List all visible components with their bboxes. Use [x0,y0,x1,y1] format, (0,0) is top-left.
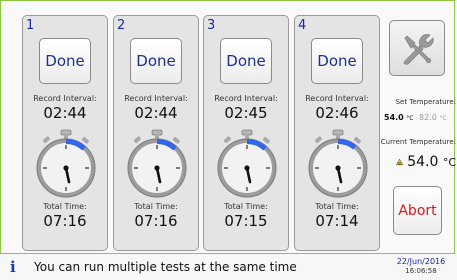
test-panel-3: 3 Done Record Interval: 02:45 Total Time… [203,15,289,251]
record-interval-value: 02:45 [224,104,268,122]
abort-button[interactable]: Abort [393,186,442,235]
test-number: 1 [26,18,35,33]
stopwatch-icon [36,129,96,198]
record-interval-label: Record Interval: [33,94,97,103]
stopwatch-button [133,136,141,144]
test-number: 3 [207,18,216,33]
set-temperature-values: 54.0 °C 82.0 °C [384,113,456,122]
done-button[interactable]: Done [311,38,363,84]
stopwatch-button [42,136,50,144]
unit-label: °C [442,156,456,169]
info-icon: i [10,258,16,276]
hot-surface-warning-icon [396,158,404,166]
stopwatch-icon [127,129,187,198]
total-time-label: Total Time: [134,202,178,211]
set-temperature-target: 82.0 [419,113,437,122]
total-time-label: Total Time: [315,202,359,211]
set-temperature-label: Set Temperature: [395,98,456,106]
stopwatch-pivot [63,165,69,171]
test-number: 4 [298,18,307,33]
total-time-value: 07:16 [43,212,87,230]
total-time-value: 07:16 [134,212,178,230]
record-interval-value: 02:44 [134,104,178,122]
done-button[interactable]: Done [39,38,91,84]
test-panel-4: 4 Done Record Interval: 02:46 Total Time… [294,15,380,251]
test-panel-2: 2 Done Record Interval: 02:44 Total Time… [113,15,199,251]
status-time: 16:06:58 [405,267,437,275]
current-temperature: 54.0 °C [396,151,456,173]
unit-label: °C [439,115,447,122]
stopwatch-button [314,136,322,144]
stopwatch-icon [308,129,368,198]
wrench-screwdriver-icon [403,34,434,65]
record-interval-label: Record Interval: [305,94,369,103]
stopwatch-icon [217,129,277,198]
stopwatch-pivot [335,165,341,171]
status-date: 22/Jun/2016 [396,257,446,266]
record-interval-value: 02:44 [43,104,87,122]
total-time-label: Total Time: [224,202,268,211]
total-time-value: 07:15 [224,212,268,230]
done-button[interactable]: Done [220,38,272,84]
record-interval-label: Record Interval: [214,94,278,103]
stopwatch-button [353,136,361,144]
set-temperature-actual: 54.0 [384,113,404,122]
status-bar: i You can run multiple tests at the same… [0,254,457,280]
total-time-value: 07:14 [315,212,359,230]
done-button[interactable]: Done [130,38,182,84]
stopwatch-button [223,136,231,144]
status-message: You can run multiple tests at the same t… [34,260,297,274]
stopwatch-pivot [244,165,250,171]
stopwatch-button [262,136,270,144]
test-panel-1: 1 Done Record Interval: 02:44 Total Time… [22,15,108,251]
record-interval-label: Record Interval: [124,94,188,103]
stopwatch-button [81,136,89,144]
total-time-label: Total Time: [43,202,87,211]
stopwatch-button [172,136,180,144]
tools-button[interactable] [389,20,445,76]
test-number: 2 [117,18,126,33]
current-temperature-value: 54.0 °C [407,154,456,170]
stopwatch-pivot [154,165,160,171]
current-temperature-number: 54.0 [407,154,439,170]
unit-label: °C [406,115,414,122]
current-temperature-label: Current Temperature: [380,138,456,146]
record-interval-value: 02:46 [315,104,359,122]
